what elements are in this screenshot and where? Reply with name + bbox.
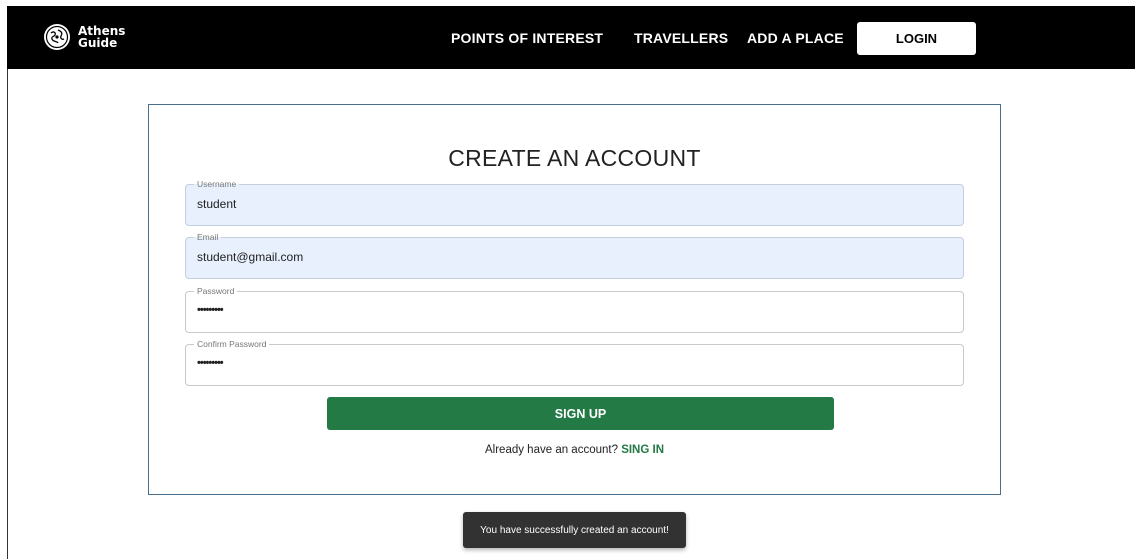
password-field[interactable]: Password ••••••••• bbox=[185, 285, 964, 333]
brand-logo[interactable]: Athens Guide bbox=[43, 23, 126, 51]
username-field[interactable]: Username student bbox=[185, 178, 964, 226]
success-toast: You have successfully created an account… bbox=[463, 512, 686, 548]
signin-prompt-text: Already have an account? bbox=[485, 444, 618, 456]
page-title: CREATE AN ACCOUNT bbox=[448, 145, 701, 171]
confirm-password-value: ••••••••• bbox=[197, 357, 224, 369]
sign-up-button[interactable]: SIGN UP bbox=[327, 397, 834, 430]
email-value: student@gmail.com bbox=[197, 250, 304, 264]
brand-name: Athens Guide bbox=[78, 24, 126, 50]
email-label: Email bbox=[194, 231, 222, 243]
nav-travellers[interactable]: TRAVELLERS bbox=[634, 30, 728, 46]
confirm-password-label: Confirm Password bbox=[194, 338, 270, 350]
navbar: Athens Guide POINTS OF INTEREST TRAVELLE… bbox=[7, 6, 1135, 69]
sign-in-link[interactable]: SING IN bbox=[621, 444, 664, 456]
username-label: Username bbox=[194, 178, 240, 190]
login-button[interactable]: LOGIN bbox=[857, 22, 976, 55]
signin-prompt-row: Already have an account? SING IN bbox=[149, 444, 1000, 456]
create-account-card: CREATE AN ACCOUNT Username student Email… bbox=[148, 104, 1001, 495]
password-label: Password bbox=[194, 285, 238, 297]
athens-globe-logo-icon bbox=[44, 24, 70, 50]
confirm-password-field[interactable]: Confirm Password ••••••••• bbox=[185, 338, 964, 386]
nav-points-of-interest[interactable]: POINTS OF INTEREST bbox=[451, 30, 603, 46]
username-value: student bbox=[197, 197, 237, 211]
nav-add-a-place[interactable]: ADD A PLACE bbox=[747, 30, 844, 46]
password-value: ••••••••• bbox=[197, 304, 224, 316]
email-field[interactable]: Email student@gmail.com bbox=[185, 231, 964, 279]
